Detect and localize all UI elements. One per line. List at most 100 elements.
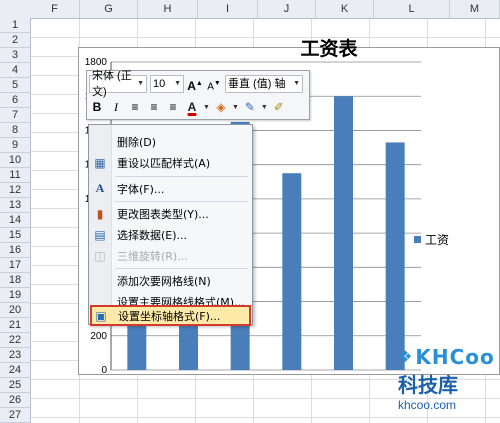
menu-separator	[115, 268, 248, 269]
column-header-i[interactable]: I	[198, 0, 258, 18]
y-tick-label: 1800	[85, 57, 108, 68]
shrink-font-button[interactable]: A▼	[206, 75, 222, 93]
outline-color-icon[interactable]: ✎	[242, 98, 258, 116]
row-header-1[interactable]: 1	[0, 18, 30, 33]
menu-separator	[115, 176, 248, 177]
select-data-icon: ▤	[94, 227, 106, 242]
row-header-3[interactable]: 3	[0, 48, 30, 63]
row-header-16[interactable]: 16	[0, 243, 30, 258]
menu-item-format-axis[interactable]: ▣ 设置坐标轴格式(F)...	[90, 305, 251, 326]
italic-button[interactable]: I	[108, 98, 124, 116]
fill-color-icon[interactable]: ◈	[213, 98, 229, 116]
menu-item-label: 字体(F)...	[117, 182, 165, 196]
watermark-name: 科技库	[398, 373, 458, 397]
watermark-logo: ❖ KHCoo	[398, 345, 500, 369]
menu-item-add-minor-gridlines[interactable]: 添加次要网格线(N)	[89, 270, 252, 291]
column-header-j[interactable]: J	[258, 0, 316, 18]
row-header-17[interactable]: 17	[0, 258, 30, 273]
menu-item-3d-rotation: ◫ 三维旋转(R)...	[89, 245, 252, 266]
chart-type-icon: ▮	[96, 206, 104, 221]
row-header-26[interactable]: 26	[0, 393, 30, 408]
row-header-6[interactable]: 6	[0, 93, 30, 108]
grow-font-button[interactable]: A▲	[187, 75, 203, 93]
menu-item-label: 设置坐标轴格式(F)...	[118, 309, 221, 323]
context-menu: 删除(D) ▦ 重设以匹配样式(A) A 字体(F)... ▮ 更改图表类型(Y…	[88, 124, 253, 326]
menu-item-label: 添加次要网格线(N)	[117, 274, 211, 288]
column-header-bar: F G H I J K L M	[0, 0, 500, 19]
row-header-21[interactable]: 21	[0, 318, 30, 333]
chevron-down-icon[interactable]: ▼	[232, 104, 239, 111]
watermark-logo-text: KHCoo	[415, 345, 495, 369]
row-header-8[interactable]: 8	[0, 123, 30, 138]
menu-item-label: 三维旋转(R)...	[117, 249, 188, 263]
menu-item-change-chart-type[interactable]: ▮ 更改图表类型(Y)...	[89, 203, 252, 224]
row-header-9[interactable]: 9	[0, 138, 30, 153]
legend-swatch	[414, 236, 421, 243]
chart-element-dropdown[interactable]: 垂直 (值) 轴 ▼	[225, 75, 303, 93]
row-header-11[interactable]: 11	[0, 168, 30, 183]
align-left-icon[interactable]: ≡	[127, 98, 143, 116]
chevron-down-icon[interactable]: ▼	[261, 104, 268, 111]
shrink-font-icon: A	[207, 81, 214, 93]
mini-toolbar-row-1: 宋体 (正文) ▼ 10 ▼ A▲ A▼ 垂直 (值) 轴 ▼	[89, 70, 303, 98]
bold-button[interactable]: B	[89, 98, 105, 116]
menu-item-delete[interactable]: 删除(D)	[89, 131, 252, 152]
row-header-14[interactable]: 14	[0, 213, 30, 228]
row-header-19[interactable]: 19	[0, 288, 30, 303]
y-tick-label: 0	[101, 365, 107, 374]
legend-label: 工资	[425, 233, 450, 247]
row-header-15[interactable]: 15	[0, 228, 30, 243]
chevron-down-icon[interactable]: ▼	[203, 104, 210, 111]
grow-font-icon: A	[187, 79, 196, 93]
column-header-g[interactable]: G	[80, 0, 138, 18]
menu-item-label: 选择数据(E)...	[117, 228, 188, 242]
row-header-22[interactable]: 22	[0, 333, 30, 348]
row-header-4[interactable]: 4	[0, 63, 30, 78]
mini-toolbar: 宋体 (正文) ▼ 10 ▼ A▲ A▼ 垂直 (值) 轴 ▼ B I ≡ ≡ …	[86, 70, 310, 120]
row-header-7[interactable]: 7	[0, 108, 30, 123]
row-header-24[interactable]: 24	[0, 363, 30, 378]
column-header-f[interactable]: F	[30, 0, 80, 18]
row-header-5[interactable]: 5	[0, 78, 30, 93]
bar[interactable]	[282, 173, 302, 370]
y-tick-label: 200	[90, 331, 107, 342]
menu-item-label: 重设以匹配样式(A)	[117, 156, 211, 170]
chevron-down-icon: ▼	[174, 80, 181, 87]
menu-item-label: 更改图表类型(Y)...	[117, 207, 209, 221]
font-size-value: 10	[153, 78, 166, 90]
column-header-l[interactable]: L	[374, 0, 450, 18]
row-header-12[interactable]: 12	[0, 183, 30, 198]
format-painter-icon[interactable]: ✐	[271, 98, 287, 116]
menu-item-font[interactable]: A 字体(F)...	[89, 178, 252, 199]
legend[interactable]: 工资	[414, 231, 449, 248]
book-icon: ❖	[398, 349, 413, 366]
watermark: ❖ KHCoo 科技库 khcoo.com	[398, 345, 500, 423]
row-header-27[interactable]: 27	[0, 408, 30, 423]
chart-element-value: 垂直 (值) 轴	[228, 78, 286, 90]
font-name-dropdown[interactable]: 宋体 (正文) ▼	[89, 70, 147, 98]
align-center-icon[interactable]: ≡	[146, 98, 162, 116]
row-header-10[interactable]: 10	[0, 153, 30, 168]
menu-item-select-data[interactable]: ▤ 选择数据(E)...	[89, 224, 252, 245]
align-right-icon[interactable]: ≡	[165, 98, 181, 116]
x-tick-label: 赵玉华	[338, 373, 349, 374]
bar[interactable]	[334, 96, 353, 370]
row-header-23[interactable]: 23	[0, 348, 30, 363]
menu-separator	[115, 201, 248, 202]
row-header-18[interactable]: 18	[0, 273, 30, 288]
column-header-h[interactable]: H	[138, 0, 198, 18]
row-header-20[interactable]: 20	[0, 303, 30, 318]
row-header-13[interactable]: 13	[0, 198, 30, 213]
bar[interactable]	[385, 142, 405, 370]
font-color-button[interactable]: A	[184, 98, 200, 116]
font-size-dropdown[interactable]: 10 ▼	[150, 75, 184, 93]
row-header-bar: 1 2 3 4 5 6 7 8 9 10 11 12 13 14 15 16 17 18 19 20 21 22 23 24 2…	[0, 18, 31, 423]
mini-toolbar-row-2: B I ≡ ≡ ≡ A ▼ ◈ ▼ ✎ ▼ ✐	[89, 96, 287, 118]
column-header-m[interactable]: M	[450, 0, 500, 18]
menu-item-label: 删除(D)	[117, 135, 157, 149]
menu-item-reset-style[interactable]: ▦ 重设以匹配样式(A)	[89, 152, 252, 173]
row-header-2[interactable]: 2	[0, 33, 30, 48]
watermark-url: khcoo.com	[398, 398, 457, 412]
column-header-k[interactable]: K	[316, 0, 374, 18]
row-header-25[interactable]: 25	[0, 378, 30, 393]
